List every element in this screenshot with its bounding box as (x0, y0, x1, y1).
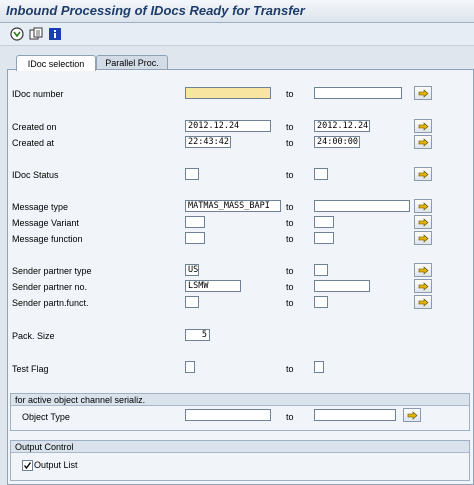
to-label: to (286, 298, 294, 308)
message-type-to-input[interactable] (314, 200, 410, 212)
to-label: to (286, 170, 294, 180)
arrow-right-icon (418, 217, 428, 227)
message-function-to-input[interactable] (314, 232, 334, 244)
created-at-from-input[interactable]: 22:43:42 (185, 136, 231, 148)
created-at-multiple-selection-button[interactable] (414, 135, 432, 149)
to-label: to (286, 89, 294, 99)
arrow-right-icon (407, 410, 417, 420)
message-function-from-input[interactable] (185, 232, 205, 244)
object-type-from-input[interactable] (185, 409, 271, 421)
idoc-number-from-input[interactable] (185, 87, 271, 99)
execute-icon (10, 27, 24, 41)
pack-size-label: Pack. Size (12, 331, 55, 341)
to-label: to (286, 412, 294, 422)
created-at-to-input[interactable]: 24:00:00 (314, 136, 360, 148)
to-label: to (286, 202, 294, 212)
object-type-label: Object Type (22, 412, 70, 422)
message-type-label: Message type (12, 202, 69, 212)
created-on-to-input[interactable]: 2012.12.24 (314, 120, 370, 132)
arrow-right-icon (418, 265, 428, 275)
application-toolbar (0, 23, 474, 46)
to-label: to (286, 234, 294, 244)
to-label: to (286, 122, 294, 132)
sender-partner-function-label: Sender partn.funct. (12, 298, 89, 308)
sender-partner-type-label: Sender partner type (12, 266, 92, 276)
to-label: to (286, 282, 294, 292)
tab-idoc-selection[interactable]: IDoc selection (16, 55, 96, 71)
idoc-number-to-input[interactable] (314, 87, 402, 99)
sender-partner-no-from-input[interactable]: LSMW (185, 280, 241, 292)
message-type-multiple-selection-button[interactable] (414, 199, 432, 213)
idoc-number-label: IDoc number (12, 89, 64, 99)
sender-partner-function-from-input[interactable] (185, 296, 199, 308)
tab-parallel-proc[interactable]: Parallel Proc. (96, 55, 168, 70)
idoc-number-multiple-selection-button[interactable] (414, 86, 432, 100)
object-channel-group-title: for active object channel serializ. (11, 394, 469, 406)
sender-partner-no-label: Sender partner no. (12, 282, 88, 292)
to-label: to (286, 266, 294, 276)
execute-button[interactable] (9, 26, 25, 42)
program-info-button[interactable] (47, 26, 63, 42)
message-variant-label: Message Variant (12, 218, 79, 228)
test-flag-from-input[interactable] (185, 361, 195, 373)
checkmark-icon (23, 462, 32, 470)
object-type-multiple-selection-button[interactable] (403, 408, 421, 422)
arrow-right-icon (418, 137, 428, 147)
arrow-right-icon (418, 88, 428, 98)
output-list-checkbox[interactable] (22, 460, 33, 471)
created-on-from-input[interactable]: 2012.12.24 (185, 120, 271, 132)
idoc-status-multiple-selection-button[interactable] (414, 167, 432, 181)
sender-partner-no-multiple-selection-button[interactable] (414, 279, 432, 293)
created-on-multiple-selection-button[interactable] (414, 119, 432, 133)
idoc-status-from-input[interactable] (185, 168, 199, 180)
output-list-label: Output List (34, 460, 78, 470)
output-control-group-title: Output Control (11, 441, 469, 453)
sender-partner-no-to-input[interactable] (314, 280, 370, 292)
to-label: to (286, 218, 294, 228)
idoc-status-label: IDoc Status (12, 170, 59, 180)
sender-partner-function-multiple-selection-button[interactable] (414, 295, 432, 309)
message-type-from-input[interactable]: MATMAS_MASS_BAPI (185, 200, 281, 212)
pack-size-input[interactable]: 5 (185, 329, 210, 341)
arrow-right-icon (418, 233, 428, 243)
sender-partner-function-to-input[interactable] (314, 296, 328, 308)
created-on-label: Created on (12, 122, 57, 132)
sender-partner-type-from-input[interactable]: US (185, 264, 199, 276)
idoc-status-to-input[interactable] (314, 168, 328, 180)
arrow-right-icon (418, 297, 428, 307)
title-bar: Inbound Processing of IDocs Ready for Tr… (0, 0, 474, 23)
test-flag-to-input[interactable] (314, 361, 324, 373)
variant-icon (29, 27, 43, 40)
window-title: Inbound Processing of IDocs Ready for Tr… (6, 3, 305, 18)
message-variant-from-input[interactable] (185, 216, 205, 228)
object-type-to-input[interactable] (314, 409, 396, 421)
arrow-right-icon (418, 121, 428, 131)
arrow-right-icon (418, 281, 428, 291)
get-variant-button[interactable] (28, 26, 44, 42)
created-at-label: Created at (12, 138, 55, 148)
message-variant-to-input[interactable] (314, 216, 334, 228)
arrow-right-icon (418, 201, 428, 211)
message-function-multiple-selection-button[interactable] (414, 231, 432, 245)
arrow-right-icon (418, 169, 428, 179)
to-label: to (286, 364, 294, 374)
message-variant-multiple-selection-button[interactable] (414, 215, 432, 229)
to-label: to (286, 138, 294, 148)
sender-partner-type-multiple-selection-button[interactable] (414, 263, 432, 277)
info-icon (49, 28, 61, 40)
message-function-label: Message function (12, 234, 83, 244)
sender-partner-type-to-input[interactable] (314, 264, 328, 276)
test-flag-label: Test Flag (12, 364, 49, 374)
